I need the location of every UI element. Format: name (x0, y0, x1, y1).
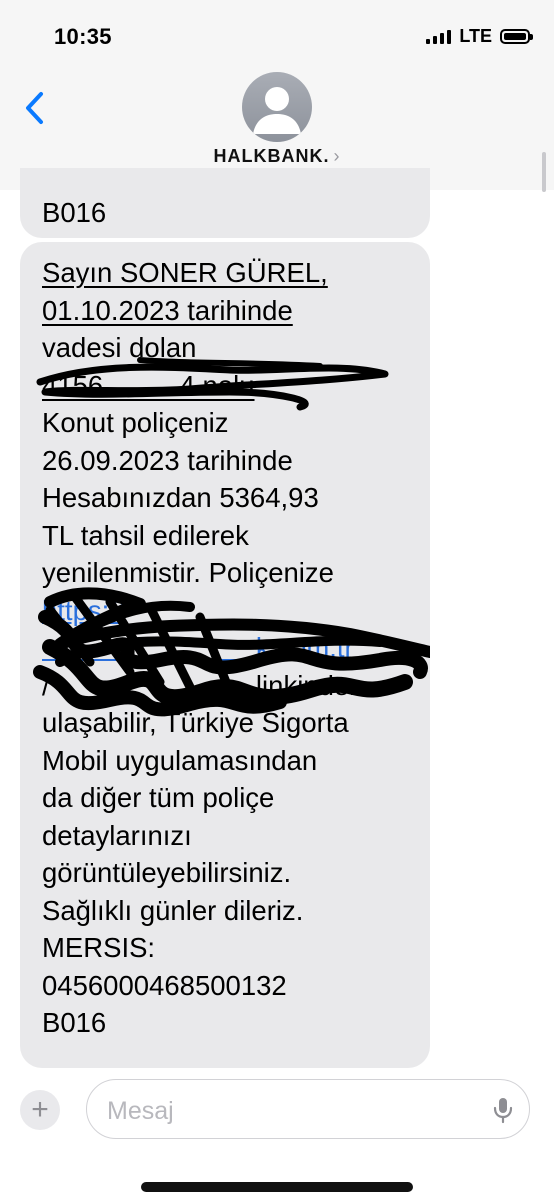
message-line: TL tahsil edilerek (42, 519, 249, 551)
message-line: MERSIS: (42, 932, 156, 963)
message-line: Sayın SONER GÜREL, (42, 257, 328, 288)
avatar-icon[interactable] (242, 72, 312, 142)
message-line: Konut poliçeniz (42, 407, 229, 438)
signal-icon (426, 28, 452, 44)
home-indicator[interactable] (141, 1182, 413, 1192)
message-line: B016 (42, 1007, 107, 1038)
message-line: Sağlıklı günler dileriz. (42, 894, 304, 926)
message-line: / linkinden (42, 669, 365, 701)
message-line: da diğer tüm poliçe (42, 782, 275, 813)
status-indicators: LTE (426, 25, 533, 46)
contact-name-button[interactable]: HALKBANK. › (0, 146, 554, 167)
contact-name: HALKBANK. (213, 146, 330, 166)
battery-icon (500, 28, 533, 44)
microphone-icon[interactable] (493, 1096, 513, 1124)
message-bubble[interactable]: B016 (20, 168, 430, 238)
message-line: vadesi dolan (42, 332, 197, 363)
plus-label: + (31, 1093, 49, 1126)
conversation-header: 10:35 LTE HALKBANK. › (0, 0, 554, 190)
status-time: 10:35 (54, 24, 112, 49)
message-input-field[interactable] (86, 1079, 530, 1139)
message-line: Mobil uygulamasından (42, 744, 318, 776)
chevron-right-icon: › (333, 146, 341, 166)
policy-link[interactable]: k.com.tr (42, 632, 354, 663)
message-line: 0456000468500132 (42, 969, 287, 1001)
back-chevron-icon[interactable] (22, 90, 50, 126)
message-text: Sayın SONER GÜREL, 01.10.2023 tarihinde … (42, 254, 364, 1042)
message-line: detaylarınızı (42, 819, 192, 851)
message-line: 01.10.2023 tarihinde (42, 294, 293, 326)
message-bubble[interactable]: Sayın SONER GÜREL, 01.10.2023 tarihinde … (20, 242, 430, 1068)
message-line: yenilenmistir. Poliçenize (42, 557, 334, 588)
scrollbar[interactable] (542, 152, 546, 192)
message-line: 4156 4 nolu (42, 369, 255, 401)
message-line: 26.09.2023 tarihinde (42, 444, 293, 476)
plus-icon[interactable]: + (20, 1090, 60, 1130)
message-line: görüntüleyebilirsiniz. (42, 857, 292, 888)
message-line: Hesabınızdan 5364,93 (42, 482, 319, 513)
message-text: B016 (42, 197, 107, 228)
bubble-tail-mask (0, 1040, 14, 1070)
message-input[interactable] (105, 1092, 469, 1130)
network-type: LTE (459, 25, 492, 46)
message-line: ulaşabilir, Türkiye Sigorta (42, 707, 349, 738)
policy-link[interactable]: https:// (42, 595, 125, 626)
